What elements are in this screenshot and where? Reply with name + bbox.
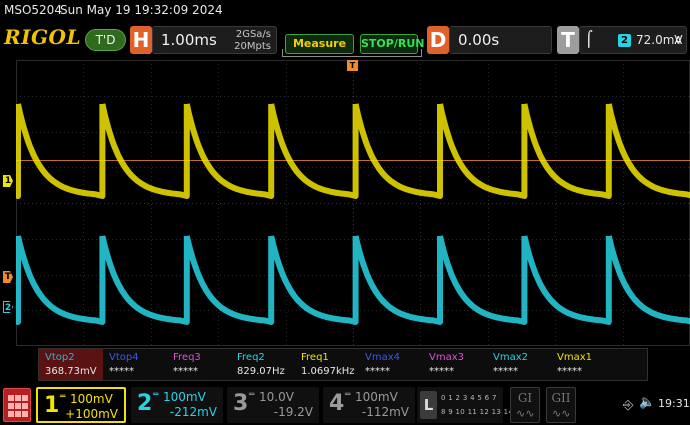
channel-1-box[interactable]: 1 ═ 100mV +100mV [36,387,126,423]
measurement-item[interactable]: Vtop2 368.73mV [39,349,103,380]
datetime-label: Sun May 19 19:32:09 2024 [60,3,223,17]
measurement-name: Freq2 [237,352,265,363]
trigger-level-marker[interactable]: T [3,271,13,283]
sine-wave-icon: ∿∿ [552,407,571,420]
speaker-icon[interactable]: 🔈 [639,395,655,410]
channel-4-box[interactable]: 4 ═ 100mV -112mV [323,387,415,423]
measurement-name: Freq1 [301,352,329,363]
measurement-value: ***** [557,366,582,377]
trigger-position-marker[interactable]: T [347,60,358,71]
measure-button[interactable]: Measure [285,34,354,54]
measurement-bar: Vtop2 368.73mV Vtop4 ***** Freq3 ***** F… [38,348,648,381]
channel-number: 3 [233,391,249,416]
dc-coupling-icon: ═ [153,390,159,400]
channel-2-box[interactable]: 2 ═ 100mV -212mV [131,387,223,423]
ch1-offset-marker[interactable]: 1 [3,175,13,187]
channel-scale: 100mV [355,390,398,404]
top-toolbar: RIGOL T'D H 1.00ms 2GSa/s 20Mpts Measure… [0,22,690,58]
measurement-name: Vmax2 [493,352,528,363]
clock-time: 19:31 [658,397,690,410]
measurement-value: ***** [109,366,134,377]
channel-offset: -212mV [169,405,217,419]
channel-number: 2 [137,391,153,416]
horizontal-settings[interactable]: 1.00ms 2GSa/s 20Mpts [152,26,277,54]
measurement-value: ***** [429,366,454,377]
dc-coupling-icon: ═ [60,392,66,402]
model-label: MSO5204 [4,3,62,17]
run-state-indicator[interactable]: T'D [85,29,126,51]
measurement-value: ***** [365,366,390,377]
measurement-name: Vmax1 [557,352,592,363]
sample-rate-value: 2GSa/s [235,29,271,40]
dc-coupling-icon: ═ [249,390,255,400]
waveform-grid[interactable] [16,60,690,346]
channel-offset: -112mV [361,405,409,419]
generator-2-button[interactable]: GII ∿∿ [546,387,576,423]
delay-button[interactable]: D [427,26,449,54]
measurement-item[interactable]: Freq1 1.0697kHz [295,349,359,380]
measurement-item[interactable]: Freq3 ***** [167,349,231,380]
channel-offset: +100mV [65,407,118,421]
measurement-item[interactable]: Vmax4 ***** [359,349,423,380]
horizontal-button[interactable]: H [130,26,152,54]
trigger-settings[interactable]: ⌠ 2 72.0mV A [579,26,687,54]
trigger-mode-label: A [674,34,682,47]
measurement-name: Freq3 [173,352,201,363]
measurement-value: ***** [173,366,198,377]
measurement-value: 829.07Hz [237,366,285,377]
usb-icon: ⎆ [623,398,634,413]
menu-grid-icon[interactable] [3,388,31,422]
logic-channels-row1: 0 1 2 3 4 5 6 7 [441,394,497,402]
trigger-button[interactable]: T [557,26,579,54]
generator-1-button[interactable]: GI ∿∿ [510,387,540,423]
channel-scale: 10.0V [259,390,294,404]
ch2-offset-marker[interactable]: 2 [3,301,13,313]
measurement-item[interactable]: Freq2 829.07Hz [231,349,295,380]
rising-edge-icon: ⌠ [585,30,593,48]
delay-value: 0.00s [458,31,500,49]
generator-label: GI [517,391,533,405]
measurement-value: 368.73mV [45,366,97,377]
channel-offset: -19.2V [273,405,313,419]
waveform-canvas [16,60,690,346]
measurement-item[interactable]: Vmax3 ***** [423,349,487,380]
measurement-item[interactable]: Vtop4 ***** [103,349,167,380]
logic-letter: L [420,391,437,419]
measurement-name: Vtop2 [45,352,75,363]
logic-analyzer-box[interactable]: L 0 1 2 3 4 5 6 7 8 9 10 11 12 13 14 15 [417,387,525,423]
channel-3-box[interactable]: 3 ═ 10.0V -19.2V [227,387,319,423]
generator-label: GII [551,391,571,405]
measurement-value: ***** [493,366,518,377]
measurement-name: Vtop4 [109,352,139,363]
measurement-item[interactable]: Vmax2 ***** [487,349,551,380]
channel-scale: 100mV [70,392,113,406]
channel-scale: 100mV [163,390,206,404]
delay-settings[interactable]: 0.00s [449,26,552,54]
stop-run-button[interactable]: STOP/RUN [360,34,424,54]
rigol-logo: RIGOL [4,25,82,49]
trigger-source-badge: 2 [618,34,631,47]
memory-depth-value: 20Mpts [234,41,271,52]
measurement-value: 1.0697kHz [301,366,355,377]
measurement-item[interactable]: Vmax1 ***** [551,349,615,380]
channel-number: 4 [329,391,345,416]
sine-wave-icon: ∿∿ [516,407,535,420]
measurement-name: Vmax3 [429,352,464,363]
dc-coupling-icon: ═ [345,390,351,400]
bottom-bar: 1 ═ 100mV +100mV 2 ═ 100mV -212mV 3 ═ 10… [0,385,690,425]
timebase-value: 1.00ms [161,31,217,49]
measurement-name: Vmax4 [365,352,400,363]
status-line: MSO5204 Sun May 19 19:32:09 2024 [0,0,690,20]
channel-number: 1 [44,393,60,418]
